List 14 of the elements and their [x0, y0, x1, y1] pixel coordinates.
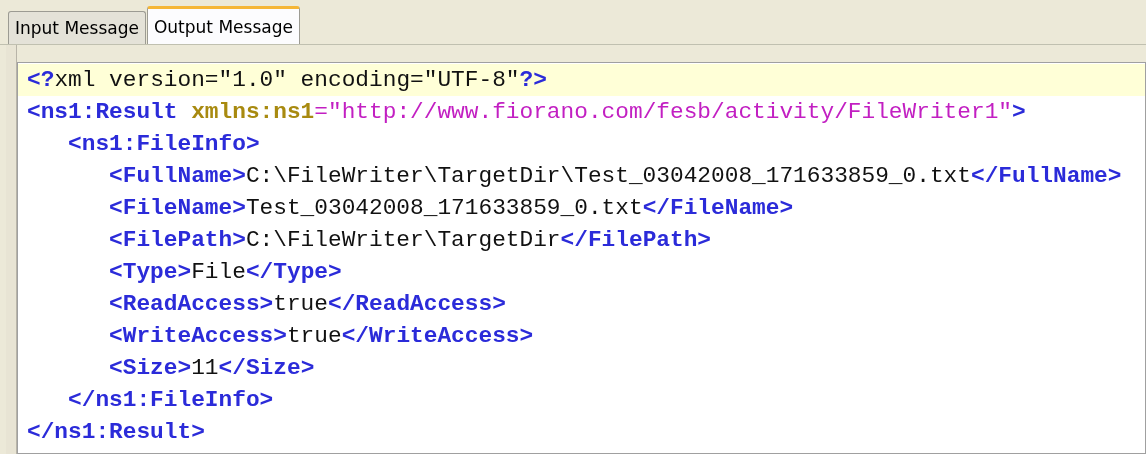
code-line: <FileName>Test_03042008_171633859_0.txt</FileName> [108, 194, 795, 223]
code-line: <Type>File</Type> [108, 258, 343, 287]
code-line: <WriteAccess>true</WriteAccess> [108, 322, 535, 351]
code-line: <ns1:Result xmlns:ns1="http://www.fiorano.com/fesb/activity/FileWriter1"> [27, 98, 1027, 127]
tab[interactable]: Output Message [146, 6, 300, 44]
code-line: </ns1:Result> [27, 418, 206, 447]
tab[interactable]: Input Message [8, 11, 146, 44]
code-line: <ns1:FileInfo> [67, 130, 261, 159]
code-line: <FullName>C:\FileWriter\TargetDir\Test_03042008_171633859_0.txt</FullName> [108, 162, 1123, 191]
code-line: <Size>11</Size> [108, 354, 316, 383]
code-line: <ReadAccess>true</ReadAccess> [108, 290, 507, 319]
code-line: <FilePath>C:\FileWriter\TargetDir</FilePath> [108, 226, 713, 255]
code-line: </ns1:FileInfo> [67, 386, 275, 415]
xml-editor[interactable] [17, 62, 1146, 454]
